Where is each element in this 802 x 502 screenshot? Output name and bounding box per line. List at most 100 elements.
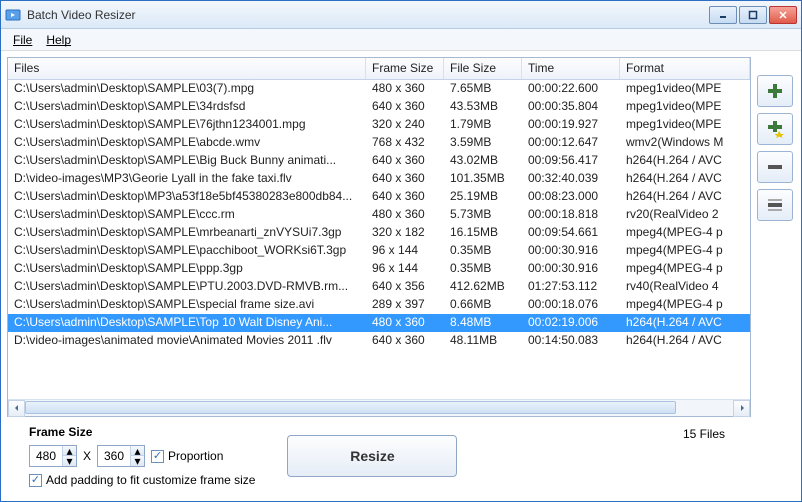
table-row[interactable]: C:\Users\admin\Desktop\SAMPLE\ccc.rm480 … [8,206,750,224]
table-row[interactable]: C:\Users\admin\Desktop\SAMPLE\PTU.2003.D… [8,278,750,296]
cell-frame: 289 x 397 [366,296,444,314]
resize-button[interactable]: Resize [287,435,457,477]
scroll-left-icon[interactable] [8,400,25,417]
table-row[interactable]: C:\Users\admin\Desktop\SAMPLE\mrbeanarti… [8,224,750,242]
cell-frame: 320 x 182 [366,224,444,242]
table-row[interactable]: C:\Users\admin\Desktop\SAMPLE\34rdsfsd64… [8,98,750,116]
cell-size: 0.35MB [444,242,522,260]
cell-time: 00:32:40.039 [522,170,620,188]
table-row[interactable]: D:\video-images\MP3\Georie Lyall in the … [8,170,750,188]
cell-path: C:\Users\admin\Desktop\SAMPLE\PTU.2003.D… [8,278,366,296]
cell-size: 101.35MB [444,170,522,188]
table-row[interactable]: C:\Users\admin\Desktop\SAMPLE\76jthn1234… [8,116,750,134]
cell-time: 00:00:12.647 [522,134,620,152]
side-toolbar [757,57,795,417]
col-files[interactable]: Files [8,58,366,79]
cell-format: mpeg4(MPEG-4 p [620,224,750,242]
table-row[interactable]: C:\Users\admin\Desktop\SAMPLE\pacchiboot… [8,242,750,260]
file-table[interactable]: Files Frame Size File Size Time Format C… [7,57,751,417]
cell-size: 48.11MB [444,332,522,350]
cell-path: C:\Users\admin\Desktop\SAMPLE\Big Buck B… [8,152,366,170]
menu-help[interactable]: Help [40,31,77,49]
cell-path: C:\Users\admin\Desktop\SAMPLE\mrbeanarti… [8,224,366,242]
clear-all-button[interactable] [757,189,793,221]
plus-star-icon [766,120,784,138]
cell-format: h264(H.264 / AVC [620,170,750,188]
table-row[interactable]: C:\Users\admin\Desktop\SAMPLE\03(7).mpg4… [8,80,750,98]
scroll-right-icon[interactable] [733,400,750,417]
cell-frame: 96 x 144 [366,242,444,260]
cell-format: mpeg4(MPEG-4 p [620,260,750,278]
table-row[interactable]: D:\video-images\animated movie\Animated … [8,332,750,350]
cell-frame: 480 x 360 [366,80,444,98]
table-header: Files Frame Size File Size Time Format [8,58,750,80]
plus-icon [766,82,784,100]
frame-size-label: Frame Size [29,425,255,439]
cell-format: mpeg4(MPEG-4 p [620,242,750,260]
col-time[interactable]: Time [522,58,620,79]
cell-time: 00:00:19.927 [522,116,620,134]
close-button[interactable] [769,6,797,24]
file-count: 15 Files [683,425,785,441]
horizontal-scrollbar[interactable] [8,399,750,416]
table-row[interactable]: C:\Users\admin\Desktop\SAMPLE\Big Buck B… [8,152,750,170]
cell-time: 00:08:23.000 [522,188,620,206]
col-frame-size[interactable]: Frame Size [366,58,444,79]
height-down-icon[interactable]: ▾ [130,456,144,466]
proportion-checkbox[interactable]: Proportion [151,449,223,463]
cell-size: 3.59MB [444,134,522,152]
cell-time: 00:00:35.804 [522,98,620,116]
cell-size: 43.02MB [444,152,522,170]
cell-time: 00:00:18.076 [522,296,620,314]
cell-path: C:\Users\admin\Desktop\SAMPLE\abcde.wmv [8,134,366,152]
titlebar: Batch Video Resizer [1,1,801,29]
cell-format: mpeg1video(MPE [620,80,750,98]
checkbox-icon [151,450,164,463]
cell-frame: 640 x 360 [366,332,444,350]
maximize-button[interactable] [739,6,767,24]
width-input[interactable]: 480 ▴▾ [29,445,77,467]
cell-frame: 768 x 432 [366,134,444,152]
app-window: Batch Video Resizer File Help Files Fram… [0,0,802,502]
table-row[interactable]: C:\Users\admin\Desktop\SAMPLE\ppp.3gp96 … [8,260,750,278]
add-file-button[interactable] [757,75,793,107]
menu-file[interactable]: File [7,31,38,49]
cell-format: h264(H.264 / AVC [620,314,750,332]
padding-checkbox[interactable]: Add padding to fit customize frame size [29,473,255,487]
cell-frame: 640 x 356 [366,278,444,296]
cell-frame: 640 x 360 [366,188,444,206]
checkbox-icon [29,474,42,487]
window-controls [709,6,797,24]
cell-path: C:\Users\admin\Desktop\SAMPLE\76jthn1234… [8,116,366,134]
table-row[interactable]: C:\Users\admin\Desktop\SAMPLE\special fr… [8,296,750,314]
add-folder-button[interactable] [757,113,793,145]
remove-button[interactable] [757,151,793,183]
cell-frame: 480 x 360 [366,314,444,332]
cell-frame: 320 x 240 [366,116,444,134]
col-file-size[interactable]: File Size [444,58,522,79]
cell-path: D:\video-images\animated movie\Animated … [8,332,366,350]
cell-size: 5.73MB [444,206,522,224]
table-row[interactable]: C:\Users\admin\Desktop\SAMPLE\Top 10 Wal… [8,314,750,332]
scroll-track[interactable] [25,400,733,417]
minus-icon [766,158,784,176]
cell-frame: 640 x 360 [366,170,444,188]
cell-time: 00:00:18.818 [522,206,620,224]
cell-time: 00:02:19.006 [522,314,620,332]
cell-format: h264(H.264 / AVC [620,152,750,170]
cell-path: C:\Users\admin\Desktop\SAMPLE\03(7).mpg [8,80,366,98]
cell-path: C:\Users\admin\Desktop\SAMPLE\ppp.3gp [8,260,366,278]
scroll-thumb[interactable] [25,401,676,414]
height-input[interactable]: 360 ▴▾ [97,445,145,467]
cell-size: 7.65MB [444,80,522,98]
cell-format: mpeg1video(MPE [620,98,750,116]
table-row[interactable]: C:\Users\admin\Desktop\MP3\a53f18e5bf453… [8,188,750,206]
table-row[interactable]: C:\Users\admin\Desktop\SAMPLE\abcde.wmv7… [8,134,750,152]
cell-size: 412.62MB [444,278,522,296]
cell-path: C:\Users\admin\Desktop\SAMPLE\Top 10 Wal… [8,314,366,332]
width-down-icon[interactable]: ▾ [62,456,76,466]
col-format[interactable]: Format [620,58,750,79]
minimize-button[interactable] [709,6,737,24]
cell-path: C:\Users\admin\Desktop\SAMPLE\ccc.rm [8,206,366,224]
cell-time: 00:00:22.600 [522,80,620,98]
